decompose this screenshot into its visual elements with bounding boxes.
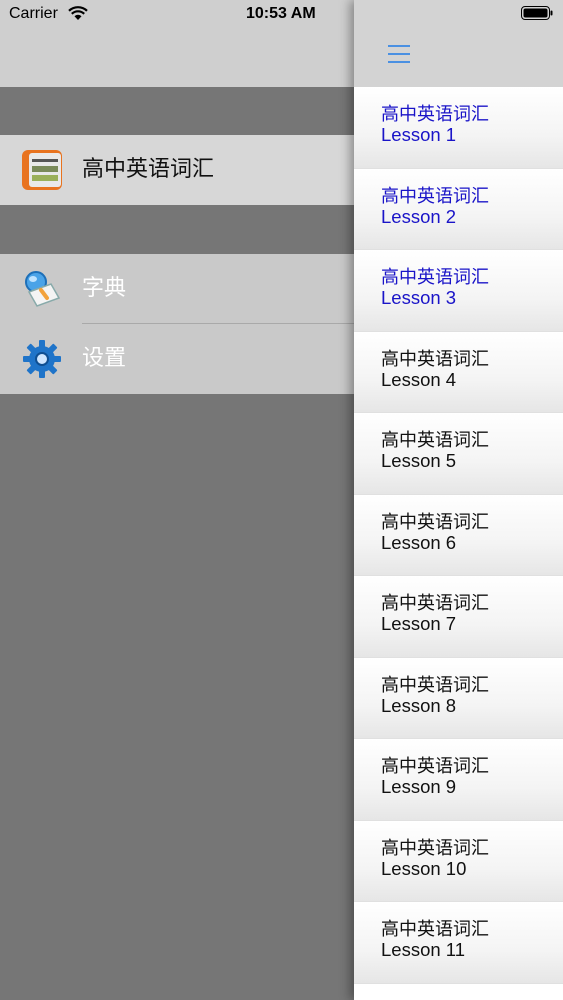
lesson-row[interactable]: 高中英语词汇 Lesson 2 [354,168,563,250]
side-drawer: 高中英语词汇 字典 设置 [0,0,354,1000]
lesson-number: Lesson 6 [381,531,457,553]
lesson-row[interactable]: 高中英语词汇 Lesson 3 [354,250,563,332]
status-bar: Carrier 10:53 AM [0,0,563,30]
lesson-title: 高中英语词汇 [381,511,489,533]
lesson-number: Lesson 1 [381,124,457,145]
lesson-title: 高中英语词汇 [381,348,489,370]
lesson-number: Lesson 7 [381,613,457,634]
drawer-item-app-label: 高中英语词汇 [82,157,215,182]
lesson-row[interactable]: 高中英语词汇 Lesson 9 [354,739,563,821]
drawer-item-dictionary[interactable]: 字典 [0,254,354,324]
main-panel: 高中英语词汇 Lesson 1 高中英语词汇 Lesson 2 高中英语词汇 Lesson… [354,0,563,1000]
lesson-title: 高中英语词汇 [381,674,489,696]
carrier-label: Carrier [9,5,58,22]
lesson-number: Lesson 8 [381,694,457,716]
lesson-row[interactable]: 高中英语词汇 Lesson 10 [354,820,563,902]
wifi-icon [68,6,88,20]
drawer-item-dictionary-label: 字典 [82,276,127,301]
lesson-row[interactable]: 高中英语词汇 Lesson 7 [354,576,563,658]
lesson-row[interactable]: 高中英语词汇 Lesson 5 [354,413,563,495]
lesson-number: Lesson 3 [381,287,457,308]
lesson-row[interactable]: 高中英语词汇 Lesson 4 [354,331,563,413]
lesson-number: Lesson 4 [381,368,457,390]
drawer-item-settings-label: 设置 [82,346,127,371]
lesson-title: 高中英语词汇 [381,104,489,125]
lesson-title: 高中英语词汇 [381,919,489,940]
menu-icon[interactable] [388,45,410,65]
lesson-number: Lesson 10 [381,857,467,879]
lesson-number: Lesson 2 [381,205,457,227]
lesson-title: 高中英语词汇 [381,185,489,207]
lesson-row[interactable]: 高中英语词汇 Lesson 8 [354,657,563,739]
lesson-row[interactable]: 高中英语词汇 Lesson 6 [354,494,563,576]
lesson-title: 高中英语词汇 [381,593,489,614]
lesson-list: 高中英语词汇 Lesson 1 高中英语词汇 Lesson 2 高中英语词汇 Lesson… [354,87,563,984]
lesson-title: 高中英语词汇 [381,267,489,288]
lesson-number: Lesson 5 [381,450,457,471]
drawer-item-app[interactable]: 高中英语词汇 [0,135,354,205]
drawer-item-settings[interactable]: 设置 [0,324,354,394]
gear-icon [23,340,61,378]
app-logo-icon [22,150,62,190]
lesson-row[interactable]: 高中英语词汇 Lesson 11 [354,902,563,984]
lesson-title: 高中英语词汇 [381,756,489,777]
status-time: 10:53 AM [246,5,316,22]
lesson-title: 高中英语词汇 [381,837,489,859]
lesson-number: Lesson 11 [381,939,465,960]
lesson-number: Lesson 9 [381,776,457,797]
lesson-row[interactable]: 高中英语词汇 Lesson 1 [354,87,563,169]
battery-icon [521,6,553,20]
lesson-title: 高中英语词汇 [381,430,489,451]
dictionary-icon [25,271,61,307]
